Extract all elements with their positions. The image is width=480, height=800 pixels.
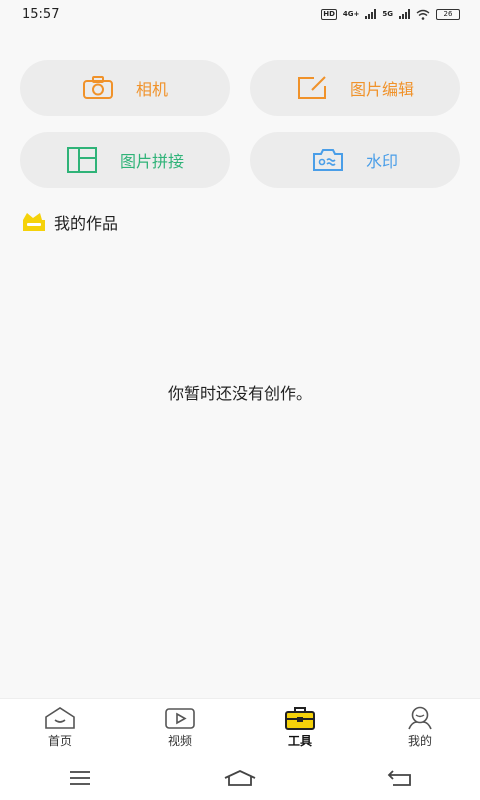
collage-button[interactable]: 图片拼接 (20, 132, 230, 188)
battery-icon: 26 (436, 8, 460, 20)
edit-icon (297, 76, 326, 99)
nav-tools-label: 工具 (287, 734, 312, 748)
status-time: 15:57 (22, 6, 60, 22)
nav-tools[interactable]: 工具 (240, 706, 360, 749)
image-edit-button[interactable]: 图片编辑 (250, 60, 460, 116)
image-edit-label: 图片编辑 (349, 80, 414, 99)
wifi-icon (416, 9, 430, 20)
network-5g-label: 5G (382, 10, 393, 18)
nav-video-label: 视频 (167, 734, 192, 748)
camera-label: 相机 (135, 80, 168, 99)
empty-state-message: 你暂时还没有创作。 (167, 384, 312, 403)
camera-icon (82, 76, 113, 99)
bottom-nav: 首页 视频 工具 我的 (0, 698, 480, 756)
signal-icon (399, 9, 410, 19)
home-icon (45, 707, 75, 729)
signal-icon (365, 9, 377, 19)
my-works-title: 我的作品 (54, 214, 119, 233)
collage-icon (66, 147, 97, 173)
menu-button[interactable] (50, 760, 110, 796)
works-icon (23, 213, 45, 231)
status-icons: HD 4G+ 5G 26 (321, 8, 460, 20)
hd-badge: HD (321, 8, 337, 20)
video-icon (165, 708, 195, 729)
watermark-label: 水印 (365, 152, 398, 171)
home-icon (224, 770, 256, 786)
system-home-button[interactable] (210, 760, 270, 796)
menu-icon (70, 771, 90, 785)
back-icon (387, 770, 411, 786)
camera-button[interactable]: 相机 (20, 60, 230, 116)
tool-grid: 相机 图片编辑 图片拼接 水印 (20, 60, 460, 188)
system-nav-bar (0, 756, 480, 800)
status-bar: 15:57 HD 4G+ 5G 26 (0, 0, 480, 28)
toolbox-icon (285, 707, 315, 730)
back-button[interactable] (370, 760, 430, 796)
network-4g-label: 4G+ (342, 10, 360, 18)
watermark-button[interactable]: 水印 (250, 132, 460, 188)
nav-profile-label: 我的 (407, 734, 432, 748)
nav-video[interactable]: 视频 (120, 706, 240, 749)
nav-home-label: 首页 (47, 734, 72, 748)
profile-icon (408, 706, 432, 730)
collage-label: 图片拼接 (119, 152, 184, 171)
nav-profile[interactable]: 我的 (360, 706, 480, 749)
my-works-header: 我的作品 (20, 210, 118, 234)
nav-home[interactable]: 首页 (0, 706, 120, 749)
watermark-icon (312, 149, 343, 171)
